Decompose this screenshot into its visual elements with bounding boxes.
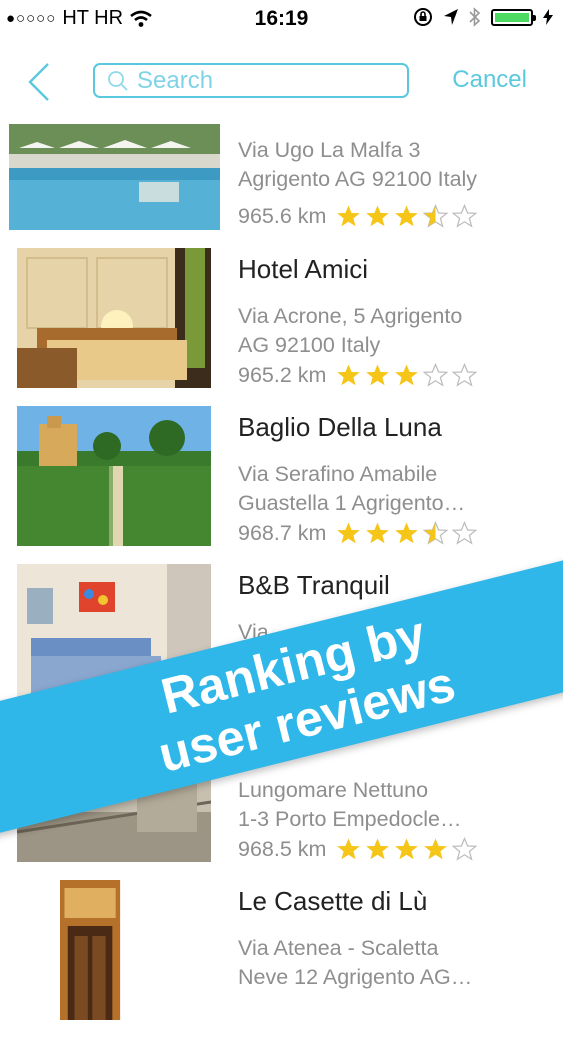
address-line: AG 92100 Italy — [238, 333, 381, 357]
hotel-meta: 968.5 km — [238, 837, 478, 862]
hotel-row[interactable]: Baglio Della Luna Via Serafino Amabile G… — [0, 406, 563, 564]
cancel-button[interactable]: Cancel — [452, 66, 527, 94]
full-star-icon — [366, 522, 390, 544]
hotel-meta: 965.6 km — [238, 204, 478, 229]
rating-stars — [336, 204, 478, 229]
hotel-photo-garden — [17, 406, 211, 546]
address-line: Neve 12 Agrigento AG… — [238, 965, 473, 989]
hotel-distance: 965.6 km — [238, 204, 327, 228]
search-field[interactable] — [93, 63, 409, 98]
hotel-address: Via Serafino Amabile Guastella 1 Agrigen… — [238, 460, 538, 518]
full-star-icon — [424, 838, 448, 860]
hotel-row[interactable]: Via Ugo La Malfa 3 Agrigento AG 92100 It… — [0, 124, 563, 248]
full-star-icon — [337, 522, 361, 544]
hotel-address: Via Acrone, 5 Agrigento AG 92100 Italy — [238, 302, 538, 360]
charging-bolt-icon — [543, 9, 553, 25]
search-input[interactable] — [137, 66, 377, 95]
full-star-icon — [366, 205, 390, 227]
full-star-icon — [395, 522, 419, 544]
hotel-meta: 968.7 km — [238, 521, 478, 546]
full-star-icon — [337, 838, 361, 860]
full-star-icon — [337, 364, 361, 386]
status-bar: ●○○○○ HT HR 16:19 — [0, 0, 563, 38]
rating-stars — [336, 521, 478, 546]
bluetooth-icon — [469, 7, 481, 27]
empty-star-icon — [452, 837, 478, 861]
hotel-address: Via Ugo La Malfa 3 Agrigento AG 92100 It… — [238, 136, 538, 194]
address-line: Via Serafino Amabile — [238, 462, 438, 486]
search-bar-header: Cancel — [0, 48, 563, 114]
hotel-address: Lungomare Nettuno 1-3 Porto Empedocle… — [238, 776, 538, 834]
full-star-icon — [366, 364, 390, 386]
full-star-icon — [395, 205, 419, 227]
empty-star-icon — [452, 363, 478, 387]
hotel-name: Le Casette di Lù — [238, 886, 428, 916]
full-star-icon — [395, 838, 419, 860]
hotel-name: Baglio Della Luna — [238, 412, 442, 442]
location-arrow-icon — [444, 9, 458, 25]
battery-icon — [491, 8, 536, 26]
full-star-icon — [366, 838, 390, 860]
status-right — [413, 7, 553, 27]
magnifier-icon — [108, 70, 128, 91]
address-line: Agrigento AG 92100 Italy — [238, 167, 478, 191]
address-line: Via Atenea - Scaletta — [238, 936, 439, 960]
hotel-meta: 965.2 km — [238, 363, 478, 388]
hotel-name: B&B Tranquil — [238, 570, 390, 600]
empty-star-icon — [423, 363, 449, 387]
empty-star-icon — [452, 204, 478, 228]
half-star-icon — [423, 204, 449, 228]
hotel-distance: 968.7 km — [238, 521, 327, 545]
hotel-distance: 965.2 km — [238, 363, 327, 387]
empty-star-icon — [452, 521, 478, 545]
hotel-photo-entrance — [60, 880, 121, 1020]
half-star-icon — [423, 521, 449, 545]
hotel-row[interactable]: Le Casette di Lù Via Atenea - Scaletta N… — [0, 880, 563, 1038]
hotel-distance: 968.5 km — [238, 837, 327, 861]
hotel-photo-pool — [9, 124, 220, 230]
address-line: Via Ugo La Malfa 3 — [238, 138, 421, 162]
rotation-lock-icon — [414, 8, 432, 26]
address-line: Guastella 1 Agrigento… — [238, 491, 466, 515]
full-star-icon — [395, 364, 419, 386]
address-line: Via Acrone, 5 Agrigento — [238, 304, 463, 328]
back-chevron-icon[interactable] — [22, 60, 58, 104]
full-star-icon — [337, 205, 361, 227]
address-line: 1-3 Porto Empedocle… — [238, 807, 462, 831]
hotel-photo-bedroom — [17, 248, 211, 388]
hotel-name: Hotel Amici — [238, 254, 369, 284]
hotel-row[interactable]: Hotel Amici Via Acrone, 5 Agrigento AG 9… — [0, 248, 563, 406]
hotel-address: Via Atenea - Scaletta Neve 12 Agrigento … — [238, 934, 538, 992]
rating-stars — [336, 837, 478, 862]
address-line: Lungomare Nettuno — [238, 778, 429, 802]
rating-stars — [336, 363, 478, 388]
